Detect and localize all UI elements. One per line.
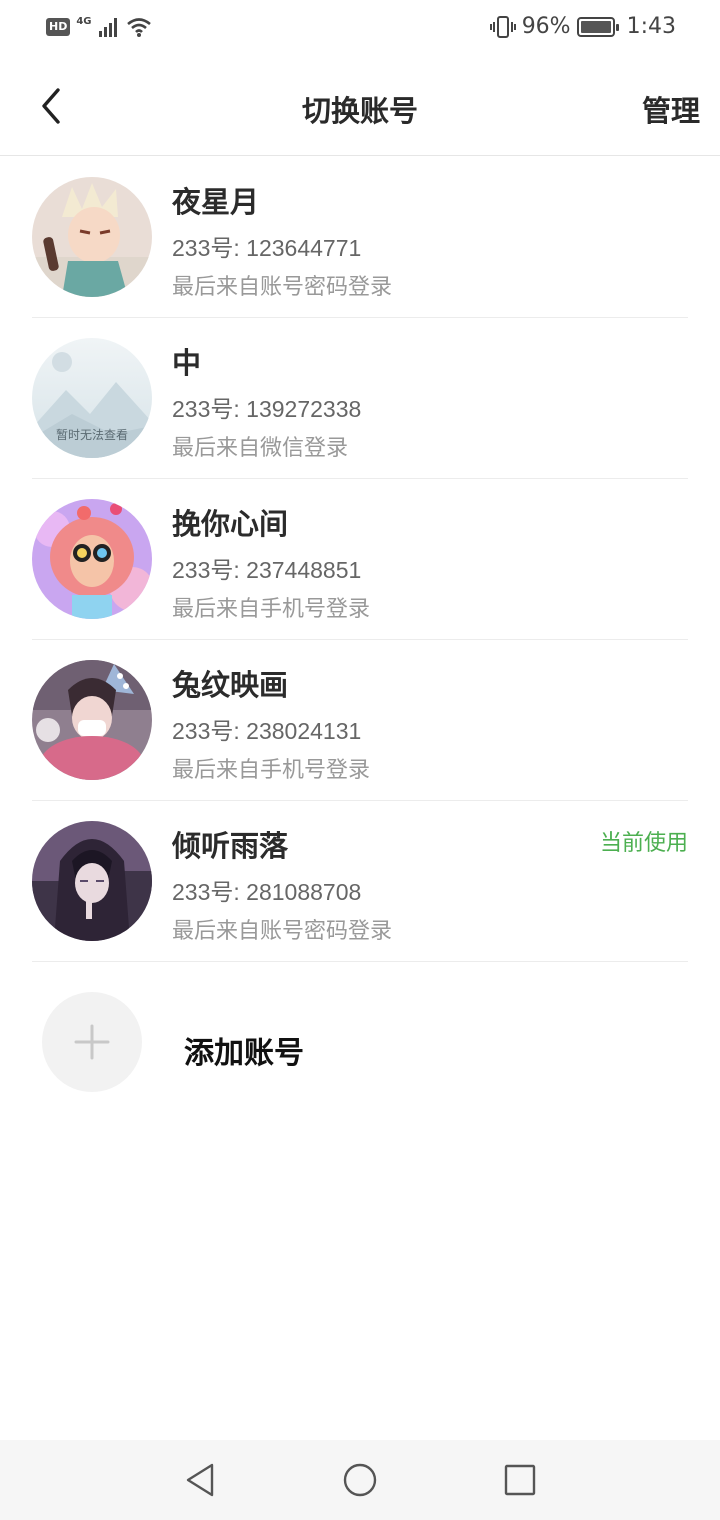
avatar: 暂时无法查看: [32, 338, 152, 458]
network-type: 4G: [76, 15, 92, 27]
status-bar: HD 4G 96% 1:43: [0, 0, 720, 58]
battery-percent: 96%: [521, 14, 571, 39]
account-name: 倾听雨落: [172, 829, 289, 863]
header: 切换账号 管理: [0, 58, 720, 156]
square-recents-icon: [504, 1464, 536, 1496]
status-right: 96% 1:43: [489, 14, 676, 39]
login-source: 最后来自微信登录: [172, 436, 349, 461]
hd-badge: HD: [46, 18, 71, 36]
page-title: 切换账号: [301, 94, 418, 128]
account-id: 233号: 238024131: [172, 718, 362, 744]
account-id: 233号: 237448851: [172, 557, 362, 583]
system-nav-bar: [0, 1440, 720, 1520]
account-id: 233号: 123644771: [172, 235, 362, 261]
vibrate-icon: [489, 15, 516, 38]
add-account-circle: [42, 992, 142, 1092]
login-source: 最后来自账号密码登录: [172, 919, 393, 944]
circle-home-icon: [343, 1463, 377, 1497]
current-account-badge: 当前使用: [599, 831, 688, 856]
avatar: [32, 499, 152, 619]
account-id: 233号: 281088708: [172, 879, 362, 905]
login-source: 最后来自账号密码登录: [172, 275, 393, 300]
nav-home-button[interactable]: [342, 1462, 378, 1498]
triangle-back-icon: [186, 1463, 214, 1497]
battery-icon: [576, 16, 619, 37]
avatar-placeholder-text: 暂时无法查看: [55, 428, 128, 442]
signal-icon: [98, 18, 117, 37]
account-list: 夜星月 233号: 123644771 最后来自账号密码登录 暂时无法查看 中 …: [0, 157, 720, 962]
account-name: 中: [172, 346, 202, 380]
account-item[interactable]: 夜星月 233号: 123644771 最后来自账号密码登录: [32, 157, 688, 318]
account-item[interactable]: 倾听雨落 233号: 281088708 最后来自账号密码登录 当前使用: [32, 801, 688, 962]
avatar: [32, 660, 152, 780]
wifi-icon: [126, 18, 151, 37]
account-id: 233号: 139272338: [172, 396, 362, 422]
login-source: 最后来自手机号登录: [172, 597, 371, 622]
account-name: 挽你心间: [172, 507, 289, 541]
account-item[interactable]: 挽你心间 233号: 237448851 最后来自手机号登录: [32, 479, 688, 640]
nav-back-button[interactable]: [182, 1462, 218, 1498]
battery-fill: [580, 20, 611, 33]
account-item[interactable]: 暂时无法查看 中 233号: 139272338 最后来自微信登录: [32, 318, 688, 479]
avatar: [32, 821, 152, 941]
add-account-button[interactable]: 添加账号: [42, 992, 682, 1092]
avatar: [32, 177, 152, 297]
account-name: 兔纹映画: [172, 668, 289, 702]
manage-button[interactable]: 管理: [642, 88, 700, 130]
plus-icon: [74, 1024, 110, 1060]
clock: 1:43: [626, 14, 676, 39]
add-account-label: 添加账号: [184, 1036, 304, 1071]
account-item[interactable]: 兔纹映画 233号: 238024131 最后来自手机号登录: [32, 640, 688, 801]
status-left: HD 4G: [46, 16, 152, 38]
login-source: 最后来自手机号登录: [172, 758, 371, 783]
account-name: 夜星月: [172, 185, 260, 219]
nav-recents-button[interactable]: [502, 1462, 538, 1498]
